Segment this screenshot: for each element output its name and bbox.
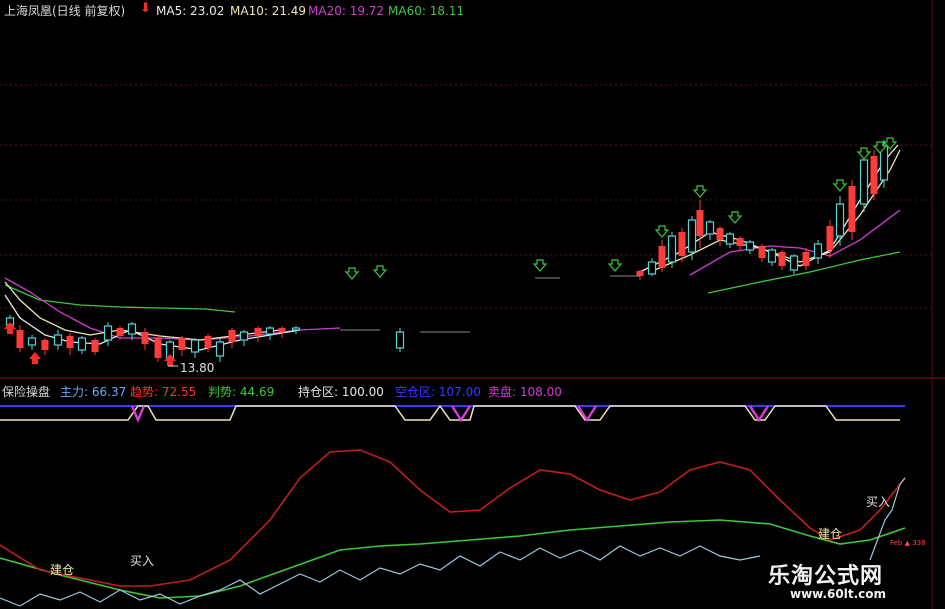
candle-body [215,341,225,357]
buy-arrow-icon [164,354,176,366]
candle-body [826,226,834,250]
candle-body [667,235,677,263]
stock-chart: 13.80 建仓 买入 建仓 买入 Feb ▲ 338 [0,0,945,609]
sell-arrow-icon [692,185,708,198]
candle-body [835,203,845,237]
watermark-url: www.60lt.com [790,587,887,601]
candle-body [27,337,37,346]
candle-body [228,330,236,342]
maipan-cross [130,405,146,424]
candle-body [789,255,799,271]
candle-body [178,338,186,350]
zhuli-line [0,545,761,607]
sell-arrow-icon [344,267,360,280]
candle-body [870,156,878,194]
mairu-label-1: 买入 [130,554,154,568]
sell-arrow-icon [532,259,548,272]
mairu-label-2: 买入 [866,495,890,509]
watermark-name: 乐淘公式网 [768,564,884,589]
candle-body [758,246,766,258]
candle-body [705,221,715,235]
kongcang-label: 空仓区: 107.00 [395,385,481,399]
candle-body [778,252,786,266]
sell-arrow-icon [654,225,670,238]
qushi-label: 趋势: 72.55 [130,385,197,399]
candle-body [848,186,856,232]
candle-body [678,232,686,256]
candle-body [745,241,755,251]
buy-arrow-icon [29,352,41,364]
candle-body [16,330,24,348]
candle-body [859,159,869,205]
position-bands [0,404,905,424]
candle-body [116,328,124,336]
candle-body [278,328,286,332]
candle-body [696,210,704,236]
ma10-line [4,281,281,341]
candle-body [802,252,810,266]
candle-body [141,332,149,344]
ma20-label: MA20: 19.72 [308,4,385,18]
candle-body [66,336,74,348]
candle-body [190,339,200,353]
candle-body [636,271,644,276]
chart-title: 上海凤凰(日线 前复权) [4,4,126,18]
chicang-label: 持仓区: 100.00 [298,385,384,399]
candle-body [725,233,735,245]
candle-body [658,246,666,268]
buy-arrow-icon [4,322,16,334]
candle-body [239,331,249,341]
candle-body [41,340,49,350]
candle-body [265,327,275,335]
candle-body [254,328,262,336]
panshi-label: 判势: 44.69 [208,385,275,399]
candle-body [736,238,744,246]
sell-arrow-icon [832,179,848,192]
sell-arrow-icon [607,259,623,272]
jiancang-label-2: 建仓 [818,527,842,541]
candle-body [154,338,162,358]
maipan-label: 卖盘: 108.00 [488,385,562,399]
moving-average-lines [4,144,901,351]
candle-body [53,334,63,346]
sell-arrow-icon [372,265,388,278]
sell-arrow-icon [727,211,743,224]
ma5-label: MA5: 23.02 [156,4,225,18]
ma-arrow-icon: ⬇ [140,1,151,16]
zhuli-line [869,477,906,561]
sell-arrow-icon [856,147,872,160]
ma20-line [4,277,341,341]
candle-body [716,228,724,240]
candle-body [395,331,405,349]
candle-body [647,261,657,275]
candle-body [77,337,87,351]
candle-body [767,249,777,263]
zhuli-label: 主力: 66.37 [60,385,127,399]
tiny-axis-mark: Feb ▲ 338 [890,539,926,547]
price-gridlines [0,84,932,309]
candle-body [127,323,137,335]
candle-body [291,327,301,331]
maipan-cross [450,405,472,423]
candle-body [687,219,697,253]
candlestick-series [5,140,889,366]
ma10-label: MA10: 21.49 [230,4,307,18]
candle-body [103,325,113,341]
candle-body [813,243,823,259]
candle-body [204,336,212,348]
candle-body [91,340,99,352]
jiancang-label-1: 建仓 [50,563,74,577]
low-price-label: 13.80 [180,361,214,375]
indicator-title: 保险操盘 [2,385,51,399]
ma60-label: MA60: 18.11 [388,4,465,18]
